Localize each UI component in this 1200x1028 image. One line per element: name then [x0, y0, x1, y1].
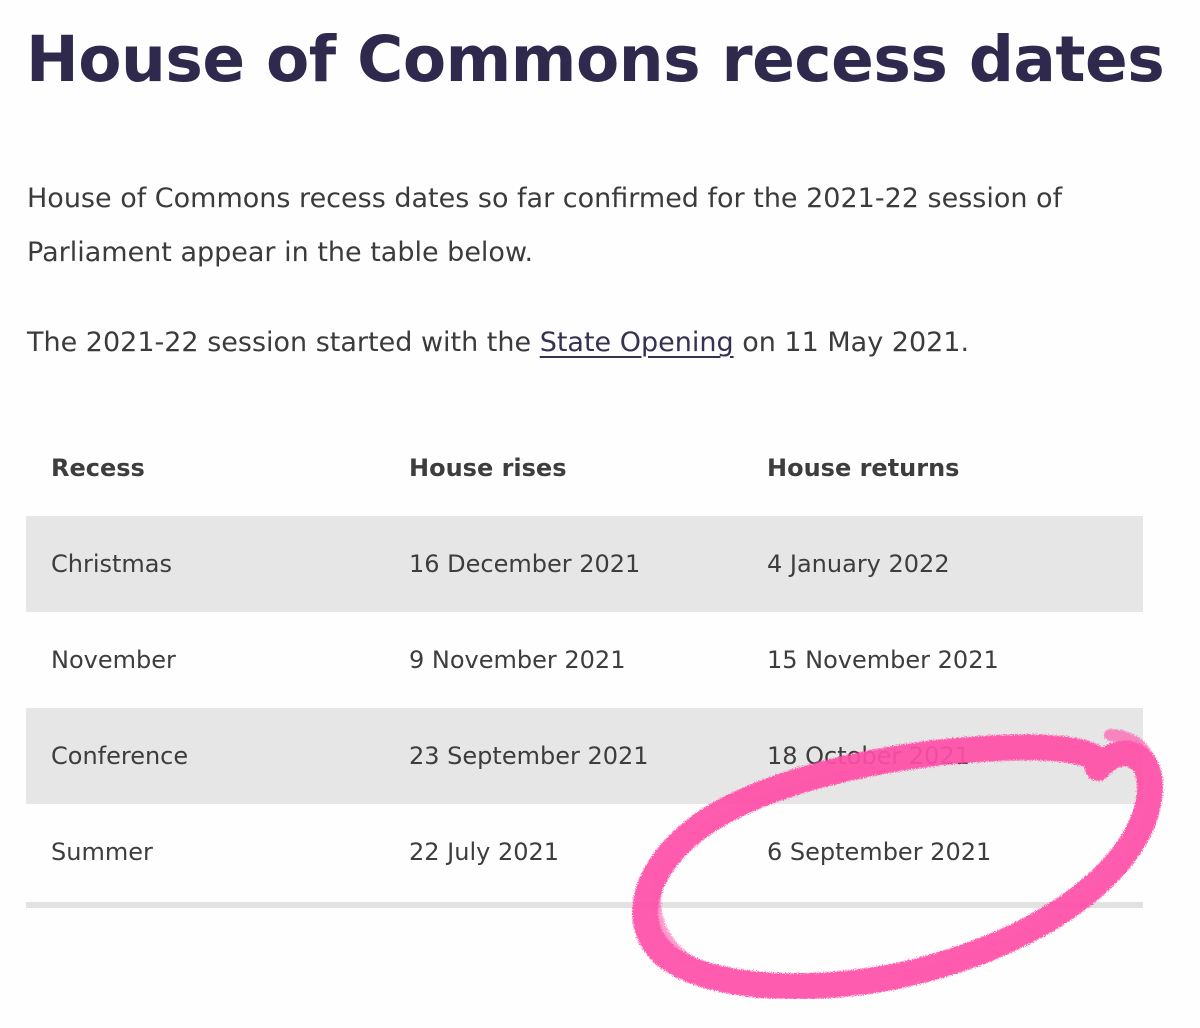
state-opening-link[interactable]: State Opening	[540, 327, 734, 358]
cell-house-rises: 9 November 2021	[409, 646, 626, 674]
recess-dates-table: Recess House rises House returns Christm…	[26, 420, 1143, 900]
cell-recess: Conference	[26, 708, 384, 804]
table-row: November 9 November 2021 15 November 202…	[26, 612, 1143, 708]
intro-paragraph: House of Commons recess dates so far con…	[27, 183, 1063, 268]
cell-house-returns: 15 November 2021	[767, 646, 999, 674]
cell-recess: Summer	[51, 838, 153, 866]
header-house-rises: House rises	[409, 454, 567, 482]
table-row: Christmas 16 December 2021 4 January 202…	[26, 516, 1143, 612]
cell-house-returns: 4 January 2022	[742, 516, 1143, 612]
table-row: Summer 22 July 2021 6 September 2021	[26, 804, 1143, 900]
session-paragraph: The 2021-22 session started with the Sta…	[27, 316, 969, 370]
cell-house-returns: 6 September 2021	[767, 838, 992, 866]
session-text-prefix: The 2021-22 session started with the	[27, 327, 540, 358]
page: House of Commons recess dates House of C…	[0, 0, 1200, 1028]
cell-house-rises: 22 July 2021	[409, 838, 560, 866]
table-row: Conference 23 September 2021 18 October …	[26, 708, 1143, 804]
cell-recess: November	[51, 646, 176, 674]
session-text-suffix: on 11 May 2021.	[733, 327, 970, 358]
cell-house-returns: 18 October 2021	[742, 708, 1143, 804]
cell-house-rises: 23 September 2021	[384, 708, 742, 804]
table-header-row: Recess House rises House returns	[26, 420, 1143, 516]
header-recess: Recess	[51, 454, 145, 482]
table-bottom-rule	[26, 902, 1143, 908]
cell-house-rises: 16 December 2021	[384, 516, 742, 612]
page-title: House of Commons recess dates	[26, 23, 1165, 96]
header-house-returns: House returns	[767, 454, 960, 482]
cell-recess: Christmas	[26, 516, 384, 612]
